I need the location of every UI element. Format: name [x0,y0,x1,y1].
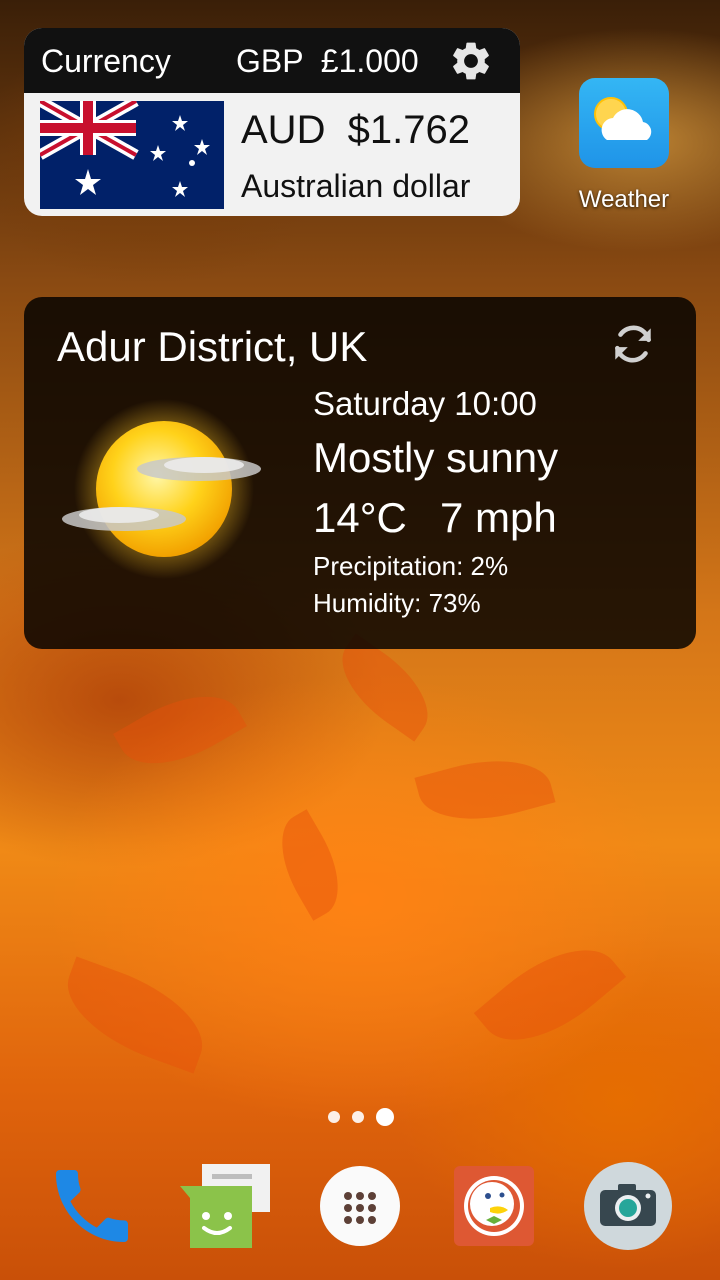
page-dot [352,1111,364,1123]
phone-icon [56,1170,128,1242]
weather-condition: Mostly sunny [313,434,559,481]
weather-location: Adur District, UK [57,323,368,370]
messages-icon [180,1164,270,1248]
wallpaper-leaf [473,923,627,1067]
wallpaper-leaf [113,674,247,786]
weather-app-shortcut[interactable]: Weather [574,78,674,214]
wallpaper-leaf [263,809,357,921]
wallpaper-leaf [414,744,556,836]
app-drawer-button[interactable] [312,1158,408,1254]
base-currency-amount: GBP £1.000 [236,43,419,79]
weather-day-time: Saturday 10:00 [313,385,537,422]
messages-app[interactable] [176,1158,272,1254]
page-indicator [328,1108,394,1126]
duckduckgo-app[interactable] [446,1158,542,1254]
sun-cloud-icon [62,399,261,579]
phone-app[interactable] [44,1158,140,1254]
australia-flag [40,101,224,209]
target-currency-name: Australian dollar [241,168,471,204]
gear-icon[interactable] [448,38,494,84]
weather-wind: 7 mph [440,494,557,541]
target-currency-rate: AUD $1.762 [241,108,471,152]
weather-app-label: Weather [578,186,670,213]
duckduckgo-icon [454,1166,534,1246]
camera-app[interactable] [580,1158,676,1254]
page-dot-active [376,1108,394,1126]
weather-temperature: 14°C [313,494,407,541]
currency-widget-title: Currency [41,43,171,79]
app-drawer-icon [320,1166,400,1246]
camera-icon [584,1162,672,1250]
weather-humidity: Humidity: 73% [313,588,481,618]
weather-widget[interactable]: Adur District, UK Saturday 10:00 Mostly … [24,297,696,649]
wallpaper-leaf [52,956,218,1074]
weather-app-icon [579,78,669,168]
currency-widget-header: Currency GBP £1.000 [24,28,520,93]
weather-precipitation: Precipitation: 2% [313,551,509,581]
currency-widget[interactable]: Currency GBP £1.000 AUD $1.762 Australia… [24,28,520,216]
wallpaper-leaf [324,633,446,742]
refresh-icon[interactable] [608,319,658,369]
page-dot [328,1111,340,1123]
